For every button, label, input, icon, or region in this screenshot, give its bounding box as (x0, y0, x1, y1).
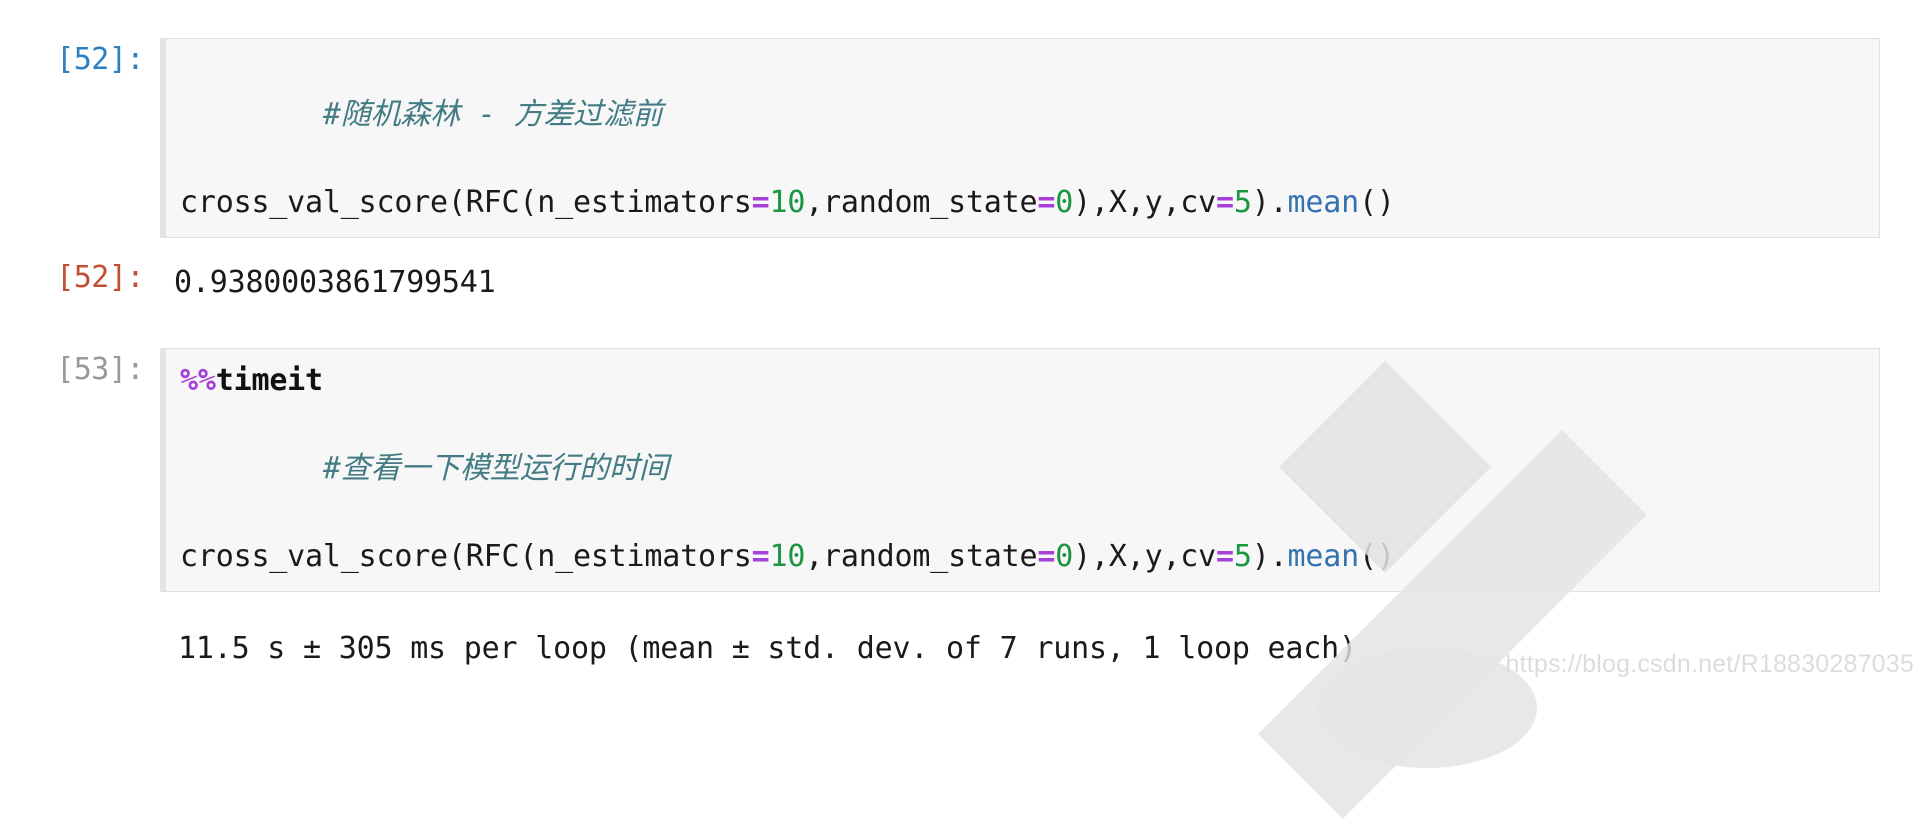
code-line: #随机森林 - 方差过滤前 (180, 49, 1865, 181)
code-token-number: 5 (1233, 539, 1252, 574)
input-prompt-53: [53]: (56, 352, 144, 387)
output-row-53: 11.5 s ± 305 ms per loop (mean ± std. de… (0, 622, 1932, 676)
code-token-operator: = (1216, 539, 1234, 574)
code-line: cross_val_score(RFC(n_estimators=10,rand… (180, 181, 1865, 225)
code-token-number: 10 (769, 185, 806, 220)
code-token-magic-symbol: %% (180, 363, 216, 398)
code-cell-53[interactable]: [53]: %%timeit #查看一下模型运行的时间 cross_val_sc… (0, 348, 1932, 592)
code-token-method: mean (1287, 185, 1360, 220)
code-token-number: 0 (1055, 539, 1074, 574)
code-token: ). (1251, 539, 1288, 574)
code-token: ,random_state (805, 185, 1038, 220)
code-line: %%timeit (180, 359, 1865, 403)
code-token-method: mean (1287, 539, 1360, 574)
code-token: ). (1251, 185, 1288, 220)
code-line: cross_val_score(RFC(n_estimators=10,rand… (180, 535, 1865, 579)
execute-result-52: 0.9380003861799541 (160, 256, 1880, 310)
code-token-number: 0 (1055, 185, 1074, 220)
code-token-number: 5 (1233, 185, 1252, 220)
output-text: 11.5 s ± 305 ms per loop (mean ± std. de… (178, 631, 1357, 666)
output-row-52: [52]: 0.9380003861799541 (0, 256, 1932, 310)
jupyter-notebook: [52]: #随机森林 - 方差过滤前 cross_val_score(RFC(… (0, 0, 1932, 819)
output-value: 0.9380003861799541 (174, 265, 496, 300)
stream-output-53: 11.5 s ± 305 ms per loop (mean ± std. de… (160, 622, 1880, 676)
code-token: () (1358, 539, 1395, 574)
code-token: () (1358, 185, 1395, 220)
code-token: cross_val_score(RFC(n_estimators (180, 539, 752, 574)
code-token: ,random_state (805, 539, 1038, 574)
code-token: cross_val_score(RFC(n_estimators (180, 185, 752, 220)
code-token: ),X,y,cv (1073, 539, 1217, 574)
code-token-operator: = (1216, 185, 1234, 220)
code-token-operator: = (751, 185, 770, 220)
cell-spacer (0, 310, 1932, 348)
code-token-number: 10 (769, 539, 806, 574)
code-token-operator: = (751, 539, 770, 574)
output-prompt-52: [52]: (56, 260, 144, 295)
cell-spacer (0, 238, 1932, 256)
code-token-comment: #查看一下模型运行的时间 (322, 451, 669, 486)
code-token-operator: = (1037, 539, 1056, 574)
top-spacer (0, 0, 1932, 38)
code-token-operator: = (1037, 185, 1056, 220)
code-token-comment: #随机森林 - 方差过滤前 (322, 97, 663, 132)
code-editor-52[interactable]: #随机森林 - 方差过滤前 cross_val_score(RFC(n_esti… (160, 38, 1880, 238)
code-token-magic: timeit (215, 363, 323, 398)
code-token: ),X,y,cv (1073, 185, 1217, 220)
code-editor-53[interactable]: %%timeit #查看一下模型运行的时间 cross_val_score(RF… (160, 348, 1880, 592)
input-prompt-52: [52]: (56, 42, 144, 77)
code-cell-52[interactable]: [52]: #随机森林 - 方差过滤前 cross_val_score(RFC(… (0, 38, 1932, 238)
code-line: #查看一下模型运行的时间 (180, 403, 1865, 535)
cell-spacer (0, 592, 1932, 622)
